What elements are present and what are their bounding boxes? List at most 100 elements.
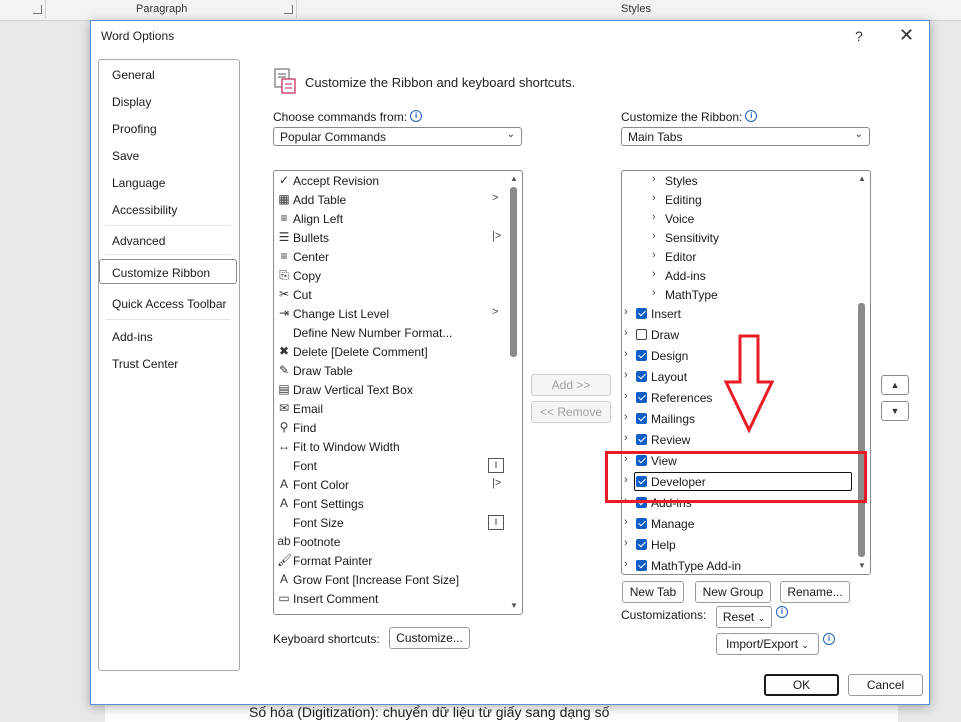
command-item[interactable]: ▭ Insert Comment — [274, 590, 504, 609]
remove-button[interactable]: << Remove — [531, 401, 611, 423]
nav-proofing[interactable]: Proofing — [112, 122, 157, 136]
command-item[interactable]: ✓ Accept Revision — [274, 172, 504, 191]
expand-icon[interactable]: › — [624, 306, 628, 318]
nav-save[interactable]: Save — [112, 149, 139, 163]
info-icon[interactable]: i — [776, 606, 788, 618]
tab-checkbox[interactable] — [636, 308, 647, 319]
command-item[interactable]: ▤ Draw Vertical Text Box — [274, 381, 504, 400]
scroll-up-arrow[interactable]: ▲ — [858, 174, 866, 183]
command-item[interactable]: ☰ Bullets |> — [274, 229, 504, 248]
info-icon[interactable]: i — [823, 633, 835, 645]
expand-icon[interactable]: › — [624, 390, 628, 402]
tabs-scrollbar-thumb[interactable] — [858, 303, 865, 557]
tab-checkbox[interactable] — [636, 560, 647, 571]
add-button[interactable]: Add >> — [531, 374, 611, 396]
import-export-button[interactable]: Import/Export ⌄ — [716, 633, 819, 655]
move-down-button[interactable]: ▼ — [881, 401, 909, 421]
command-item[interactable]: A Font Settings — [274, 495, 504, 514]
command-item[interactable]: Define New Number Format... — [274, 324, 504, 343]
command-item[interactable]: ⚲ Find — [274, 419, 504, 438]
command-item[interactable]: A Font Color |> — [274, 476, 504, 495]
tab-checkbox[interactable] — [636, 413, 647, 424]
command-item[interactable]: Font I — [274, 457, 504, 476]
command-item[interactable]: ▦ Add Table > — [274, 191, 504, 210]
expand-icon[interactable]: › — [624, 516, 628, 528]
scroll-down-arrow[interactable]: ▼ — [858, 561, 866, 570]
expand-icon[interactable]: › — [624, 327, 628, 339]
tab-checkbox[interactable] — [636, 518, 647, 529]
rename-button[interactable]: Rename... — [780, 581, 850, 603]
scroll-down-arrow[interactable]: ▼ — [510, 601, 518, 610]
ribbon-tab-item[interactable]: › Help — [622, 536, 862, 555]
expand-icon[interactable]: › — [624, 558, 628, 570]
expand-icon[interactable]: › — [652, 192, 656, 204]
new-tab-button[interactable]: New Tab — [622, 581, 684, 603]
expand-icon[interactable]: › — [652, 230, 656, 242]
commands-scrollbar-thumb[interactable] — [510, 187, 517, 357]
tab-checkbox[interactable] — [636, 539, 647, 550]
ribbon-group-item[interactable]: › Editing — [622, 191, 862, 210]
ribbon-group-item[interactable]: › Styles — [622, 172, 862, 191]
command-item[interactable]: ab Footnote — [274, 533, 504, 552]
expand-icon[interactable]: › — [624, 348, 628, 360]
ribbon-tab-item[interactable]: › MathType Add-in — [622, 557, 862, 574]
expand-icon[interactable]: › — [624, 537, 628, 549]
command-item[interactable]: ✉ Email — [274, 400, 504, 419]
expand-icon[interactable]: › — [652, 268, 656, 280]
info-icon[interactable]: i — [410, 110, 423, 122]
command-item[interactable]: ⎘ Copy — [274, 267, 504, 286]
close-button[interactable]: ✕ — [899, 25, 914, 46]
expand-icon[interactable]: › — [652, 173, 656, 185]
command-item[interactable]: ✎ Draw Table — [274, 362, 504, 381]
nav-quick-access-toolbar[interactable]: Quick Access Toolbar — [112, 297, 227, 311]
tab-checkbox[interactable] — [636, 350, 647, 361]
command-item[interactable]: A Grow Font [Increase Font Size] — [274, 571, 504, 590]
info-icon[interactable]: i — [745, 110, 758, 122]
reset-button[interactable]: Reset ⌄ — [716, 606, 772, 628]
customize-shortcuts-button[interactable]: Customize... — [389, 627, 470, 649]
nav-advanced[interactable]: Advanced — [112, 234, 165, 248]
choose-commands-dropdown[interactable]: Popular Commands ⌄ — [273, 127, 522, 146]
command-item[interactable]: 🖌 Format Painter — [274, 552, 504, 571]
nav-customize-ribbon[interactable]: Customize Ribbon — [112, 266, 210, 280]
nav-add-ins[interactable]: Add-ins — [112, 330, 153, 344]
ok-button[interactable]: OK — [764, 674, 839, 696]
command-item[interactable]: ✖ Delete [Delete Comment] — [274, 343, 504, 362]
tab-checkbox[interactable] — [636, 434, 647, 445]
tab-checkbox[interactable] — [636, 392, 647, 403]
command-item[interactable]: ≡ Center — [274, 248, 504, 267]
tab-checkbox[interactable] — [636, 371, 647, 382]
expand-icon[interactable]: › — [652, 249, 656, 261]
expand-icon[interactable]: › — [624, 432, 628, 444]
expand-icon[interactable]: › — [624, 411, 628, 423]
nav-general[interactable]: General — [112, 68, 155, 82]
ribbon-group-item[interactable]: › MathType — [622, 286, 862, 305]
ribbon-tab-item[interactable]: › Insert — [622, 305, 862, 324]
command-item[interactable]: ≡ Align Left — [274, 210, 504, 229]
expand-icon[interactable]: › — [624, 369, 628, 381]
dialog-launcher-icon[interactable] — [284, 5, 293, 14]
command-item[interactable]: ⇥ Change List Level > — [274, 305, 504, 324]
command-item[interactable]: ↔ Fit to Window Width — [274, 438, 504, 457]
ribbon-group-item[interactable]: › Add-ins — [622, 267, 862, 286]
cancel-button[interactable]: Cancel — [848, 674, 923, 696]
customize-ribbon-dropdown[interactable]: Main Tabs ⌄ — [621, 127, 870, 146]
ribbon-group-item[interactable]: › Editor — [622, 248, 862, 267]
move-up-button[interactable]: ▲ — [881, 375, 909, 395]
commands-list[interactable]: ✓ Accept Revision ▦ Add Table > ≡ Align Left ☰ B… — [273, 170, 523, 615]
command-item[interactable]: Font Size I — [274, 514, 504, 533]
expand-icon[interactable]: › — [652, 287, 656, 299]
dialog-launcher-icon[interactable] — [33, 5, 42, 14]
ribbon-group-item[interactable]: › Voice — [622, 210, 862, 229]
new-group-button[interactable]: New Group — [695, 581, 771, 603]
nav-language[interactable]: Language — [112, 176, 165, 190]
scroll-up-arrow[interactable]: ▲ — [510, 174, 518, 183]
command-item[interactable]: ✂ Cut — [274, 286, 504, 305]
ribbon-tab-item[interactable]: › Manage — [622, 515, 862, 534]
nav-display[interactable]: Display — [112, 95, 151, 109]
help-button[interactable]: ? — [855, 28, 863, 44]
nav-accessibility[interactable]: Accessibility — [112, 203, 177, 217]
ribbon-group-item[interactable]: › Sensitivity — [622, 229, 862, 248]
expand-icon[interactable]: › — [652, 211, 656, 223]
nav-trust-center[interactable]: Trust Center — [112, 357, 178, 371]
